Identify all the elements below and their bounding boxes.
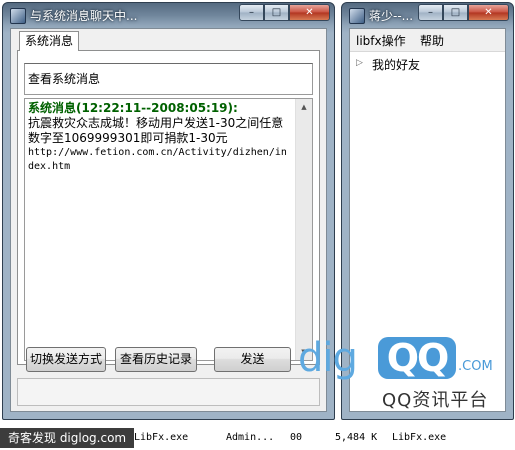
process-image-name: LibFx.exe xyxy=(134,432,189,443)
watermark-com: .COM xyxy=(458,359,493,374)
message-header: 系统消息(12:22:11--2008:05:19): xyxy=(28,101,238,115)
tab-system-messages[interactable]: 系统消息 xyxy=(19,31,79,51)
app-icon xyxy=(10,8,26,24)
tree-item-my-friends[interactable]: 我的好友 xyxy=(372,56,420,73)
maximize-icon: □ xyxy=(450,6,461,18)
maximize-button[interactable]: □ xyxy=(443,4,468,21)
tab-panel: 查看系统消息 系统消息(12:22:11--2008:05:19): 抗震救灾众… xyxy=(17,50,320,365)
chat-window-title: 与系统消息聊天中... xyxy=(30,9,138,23)
process-cpu: 00 xyxy=(290,432,303,443)
minimize-icon: – xyxy=(428,6,433,18)
chat-window-client: 系统消息 查看系统消息 系统消息(12:22:11--2008:05:19): … xyxy=(10,28,327,412)
process-row: 奇客发现 diglog.com LibFx.exe Admin... 00 5,… xyxy=(0,424,515,450)
chat-window-titlebar[interactable]: 与系统消息聊天中... – □ ✕ xyxy=(3,3,334,27)
info-label: 查看系统消息 xyxy=(24,63,313,95)
maximize-icon: □ xyxy=(271,6,282,18)
message-log[interactable]: 系统消息(12:22:11--2008:05:19): 抗震救灾众志成城！移动用… xyxy=(24,98,313,361)
minimize-button[interactable]: – xyxy=(239,4,264,21)
message-url[interactable]: http://www.fetion.com.cn/Activity/dizhen… xyxy=(28,146,292,174)
maximize-button[interactable]: □ xyxy=(264,4,289,21)
minimize-icon: – xyxy=(249,6,254,18)
buddy-window-title: 蒋少--... xyxy=(369,9,414,23)
expand-arrow-icon[interactable]: ▷ xyxy=(356,58,363,68)
buddy-window-controls: – □ ✕ xyxy=(418,4,509,21)
scroll-up-icon[interactable]: ▲ xyxy=(296,99,312,115)
watermark-qq: QQ xyxy=(378,337,456,379)
menu-help[interactable]: 帮助 xyxy=(420,32,444,49)
chat-window-controls: – □ ✕ xyxy=(239,4,330,21)
close-icon: ✕ xyxy=(305,6,314,18)
close-button[interactable]: ✕ xyxy=(289,4,330,21)
menu-libfx[interactable]: libfx操作 xyxy=(356,32,406,49)
process-user: Admin... xyxy=(226,432,275,443)
message-content: 系统消息(12:22:11--2008:05:19): 抗震救灾众志成城！移动用… xyxy=(28,101,292,174)
minimize-button[interactable]: – xyxy=(418,4,443,21)
action-buttons: 切换发送方式 查看历史记录 发送 xyxy=(17,347,320,376)
chat-window: 与系统消息聊天中... – □ ✕ 系统消息 查看系统消息 系统消息(12:22… xyxy=(2,2,335,420)
site-badge: 奇客发现 diglog.com xyxy=(0,428,135,448)
watermark-subtitle: QQ资讯平台 xyxy=(382,390,489,411)
app-icon xyxy=(349,8,365,24)
close-button[interactable]: ✕ xyxy=(468,4,509,21)
process-description: LibFx.exe xyxy=(392,432,447,443)
menu-bar: libfx操作 帮助 xyxy=(350,29,505,52)
switch-send-mode-button[interactable]: 切换发送方式 xyxy=(26,347,106,372)
send-button[interactable]: 发送 xyxy=(214,347,291,372)
message-body: 抗震救灾众志成城！移动用户发送1-30之间任意数字至1069999301即可捐款… xyxy=(28,116,284,145)
process-memory: 5,484 K xyxy=(335,432,378,443)
message-scrollbar[interactable]: ▲ ▼ xyxy=(295,99,312,360)
view-history-button[interactable]: 查看历史记录 xyxy=(115,347,197,372)
buddy-window-titlebar[interactable]: 蒋少--... – □ ✕ xyxy=(342,3,513,27)
watermark-dig: dig xyxy=(298,335,358,381)
close-icon: ✕ xyxy=(484,6,493,18)
message-input[interactable] xyxy=(17,378,320,406)
watermark-logo: dig QQ .COM QQ资讯平台 xyxy=(298,335,508,415)
